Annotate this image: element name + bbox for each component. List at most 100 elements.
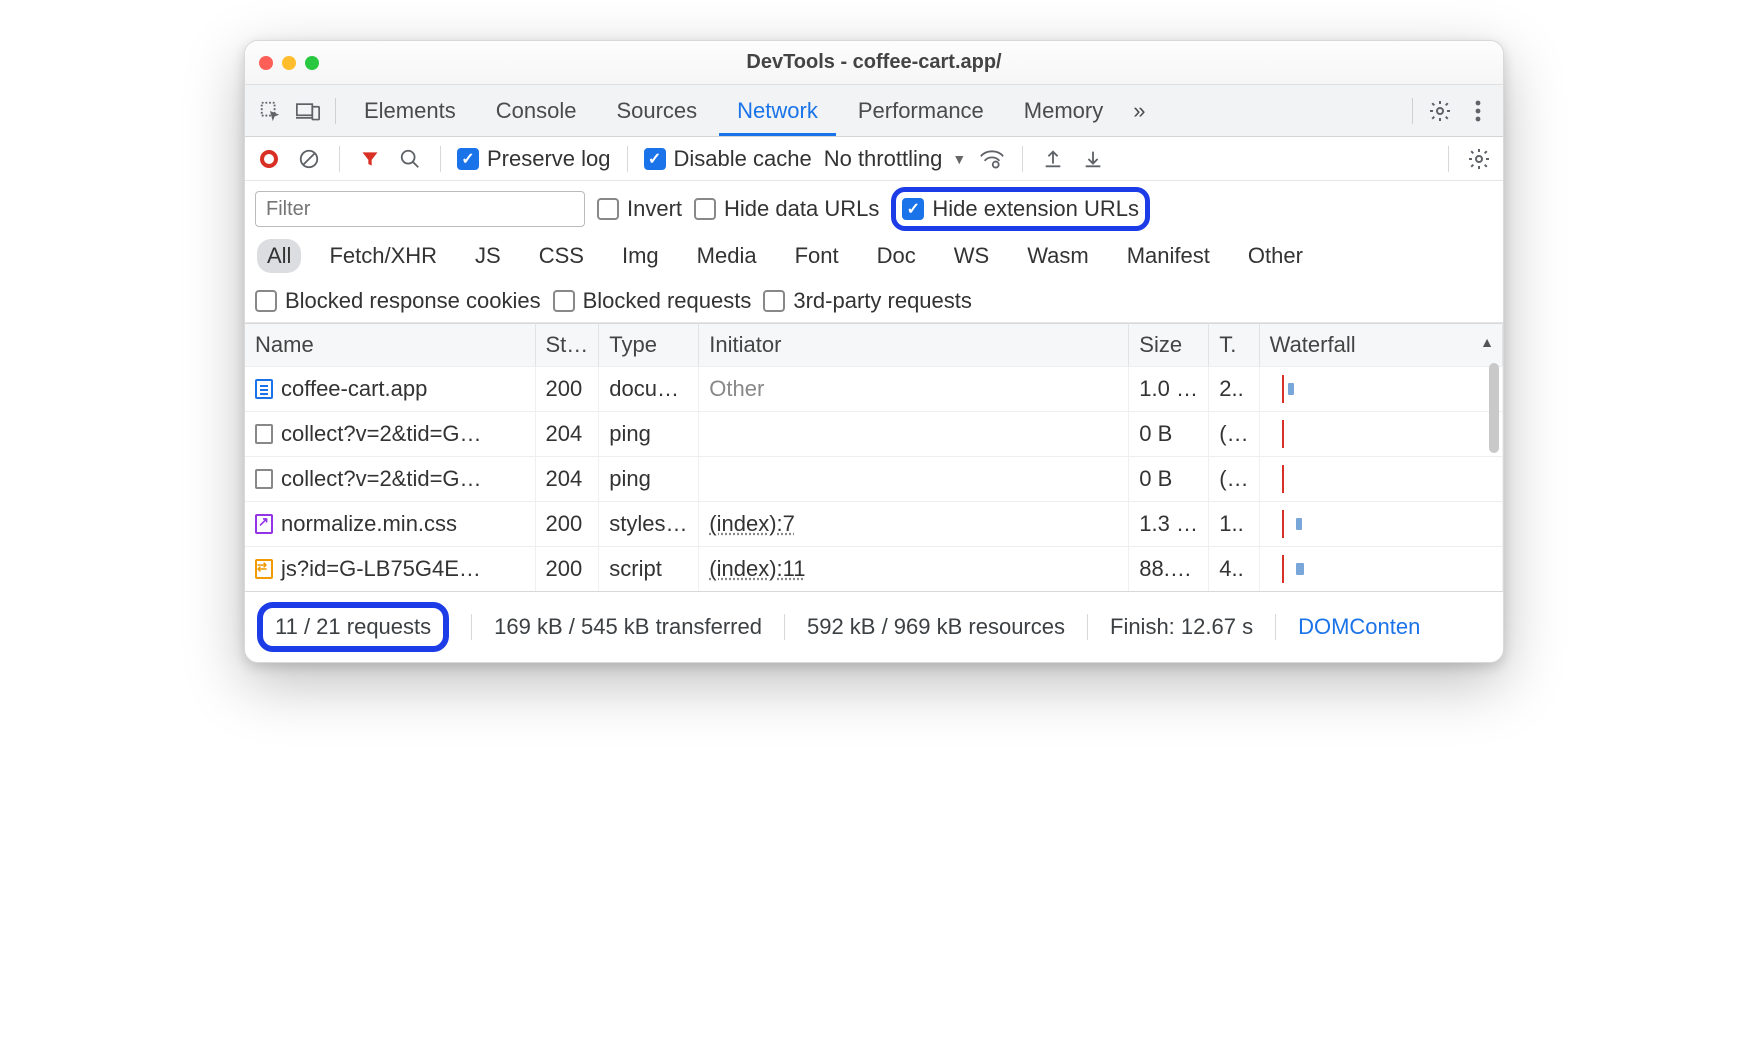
type-filter-all[interactable]: All: [257, 239, 301, 273]
type-filter-font[interactable]: Font: [785, 239, 849, 273]
hide-extension-urls-label: Hide extension URLs: [932, 196, 1139, 222]
type-filter-other[interactable]: Other: [1238, 239, 1313, 273]
type-filter-manifest[interactable]: Manifest: [1117, 239, 1220, 273]
time-cell: 2..: [1209, 367, 1259, 412]
filter-icon[interactable]: [356, 145, 384, 173]
initiator-cell: [699, 412, 1129, 457]
scrollbar[interactable]: [1489, 363, 1499, 453]
file-doc-icon: [255, 379, 273, 399]
checkbox-icon: [644, 148, 666, 170]
clear-icon[interactable]: [295, 145, 323, 173]
blocked-requests-checkbox[interactable]: Blocked requests: [553, 288, 752, 314]
request-table: Name St… Type Initiator Size T. Waterfal…: [245, 323, 1503, 591]
table-header-row: Name St… Type Initiator Size T. Waterfal…: [245, 324, 1503, 367]
initiator-link[interactable]: (index):7: [709, 511, 795, 536]
download-icon[interactable]: [1079, 145, 1107, 173]
initiator-cell: Other: [699, 367, 1129, 412]
type-filter-img[interactable]: Img: [612, 239, 669, 273]
table-row[interactable]: js?id=G-LB75G4E… 200 script (index):11 8…: [245, 547, 1503, 592]
throttling-value: No throttling: [824, 146, 943, 172]
transferred-size: 169 kB / 545 kB transferred: [494, 614, 762, 640]
col-header-status[interactable]: St…: [535, 324, 599, 367]
col-header-name[interactable]: Name: [245, 324, 535, 367]
record-icon[interactable]: [255, 145, 283, 173]
size-cell: 0 B: [1129, 412, 1209, 457]
domcontent-link[interactable]: DOMConten: [1298, 614, 1420, 640]
table-row[interactable]: normalize.min.css 200 styles… (index):7 …: [245, 502, 1503, 547]
separator: [784, 614, 785, 640]
separator: [1022, 146, 1023, 172]
separator: [440, 146, 441, 172]
network-settings-icon[interactable]: [1465, 145, 1493, 173]
col-header-time[interactable]: T.: [1209, 324, 1259, 367]
inspect-icon[interactable]: [253, 94, 287, 128]
minimize-icon[interactable]: [282, 56, 296, 70]
col-header-initiator[interactable]: Initiator: [699, 324, 1129, 367]
titlebar: DevTools - coffee-cart.app/: [245, 41, 1503, 85]
status-cell: 200: [535, 502, 599, 547]
tab-performance[interactable]: Performance: [840, 86, 1002, 136]
throttling-select[interactable]: No throttling ▼: [824, 146, 966, 172]
size-cell: 88.…: [1129, 547, 1209, 592]
type-filter-fetch-xhr[interactable]: Fetch/XHR: [319, 239, 447, 273]
col-header-type[interactable]: Type: [599, 324, 699, 367]
hide-data-urls-checkbox[interactable]: Hide data URLs: [694, 196, 879, 222]
blocked-cookies-checkbox[interactable]: Blocked response cookies: [255, 288, 541, 314]
type-filter-ws[interactable]: WS: [944, 239, 999, 273]
tab-sources[interactable]: Sources: [598, 86, 715, 136]
type-filter-css[interactable]: CSS: [529, 239, 594, 273]
upload-icon[interactable]: [1039, 145, 1067, 173]
requests-count-highlight: 11 / 21 requests: [257, 602, 449, 652]
device-toggle-icon[interactable]: [291, 94, 325, 128]
status-cell: 204: [535, 457, 599, 502]
col-header-size[interactable]: Size: [1129, 324, 1209, 367]
table-row[interactable]: coffee-cart.app 200 docu… Other 1.0 … 2.…: [245, 367, 1503, 412]
tab-elements[interactable]: Elements: [346, 86, 474, 136]
preserve-log-checkbox[interactable]: Preserve log: [457, 146, 611, 172]
search-icon[interactable]: [396, 145, 424, 173]
kebab-icon[interactable]: [1461, 94, 1495, 128]
request-name: js?id=G-LB75G4E…: [281, 556, 481, 581]
type-filter-js[interactable]: JS: [465, 239, 511, 273]
tab-memory[interactable]: Memory: [1006, 86, 1121, 136]
tab-network[interactable]: Network: [719, 86, 836, 136]
separator: [471, 614, 472, 640]
file-blank-icon: [255, 469, 273, 489]
chevron-down-icon: ▼: [952, 151, 966, 167]
network-conditions-icon[interactable]: [978, 145, 1006, 173]
window-title: DevTools - coffee-cart.app/: [245, 51, 1503, 74]
invert-checkbox[interactable]: Invert: [597, 196, 682, 222]
filter-input[interactable]: [255, 191, 585, 227]
waterfall-cell: [1259, 502, 1502, 547]
col-header-waterfall[interactable]: Waterfall▲: [1259, 324, 1502, 367]
separator: [1412, 98, 1413, 124]
initiator-cell: (index):7: [699, 502, 1129, 547]
tab-console[interactable]: Console: [478, 86, 595, 136]
request-name: coffee-cart.app: [281, 376, 427, 401]
hide-extension-urls-highlight: Hide extension URLs: [891, 187, 1150, 231]
more-tabs-icon[interactable]: »: [1125, 86, 1153, 136]
disable-cache-label: Disable cache: [674, 146, 812, 172]
checkbox-icon: [457, 148, 479, 170]
separator: [1448, 146, 1449, 172]
third-party-checkbox[interactable]: 3rd-party requests: [763, 288, 972, 314]
close-icon[interactable]: [259, 56, 273, 70]
gear-icon[interactable]: [1423, 94, 1457, 128]
filter-row: Invert Hide data URLs Hide extension URL…: [245, 181, 1503, 233]
disable-cache-checkbox[interactable]: Disable cache: [644, 146, 812, 172]
request-table-wrap: Name St… Type Initiator Size T. Waterfal…: [245, 323, 1503, 591]
table-row[interactable]: collect?v=2&tid=G… 204 ping 0 B (…: [245, 412, 1503, 457]
devtools-window: DevTools - coffee-cart.app/ Elements Con…: [244, 40, 1504, 663]
table-row[interactable]: collect?v=2&tid=G… 204 ping 0 B (…: [245, 457, 1503, 502]
initiator-link[interactable]: (index):11: [709, 556, 805, 581]
separator: [1275, 614, 1276, 640]
type-filter-media[interactable]: Media: [687, 239, 767, 273]
separator: [1087, 614, 1088, 640]
hide-extension-urls-checkbox[interactable]: Hide extension URLs: [902, 196, 1139, 222]
file-js-icon: [255, 559, 273, 579]
type-filter-doc[interactable]: Doc: [867, 239, 926, 273]
separator: [627, 146, 628, 172]
type-filter-wasm[interactable]: Wasm: [1017, 239, 1099, 273]
checkbox-icon: [763, 290, 785, 312]
zoom-icon[interactable]: [305, 56, 319, 70]
